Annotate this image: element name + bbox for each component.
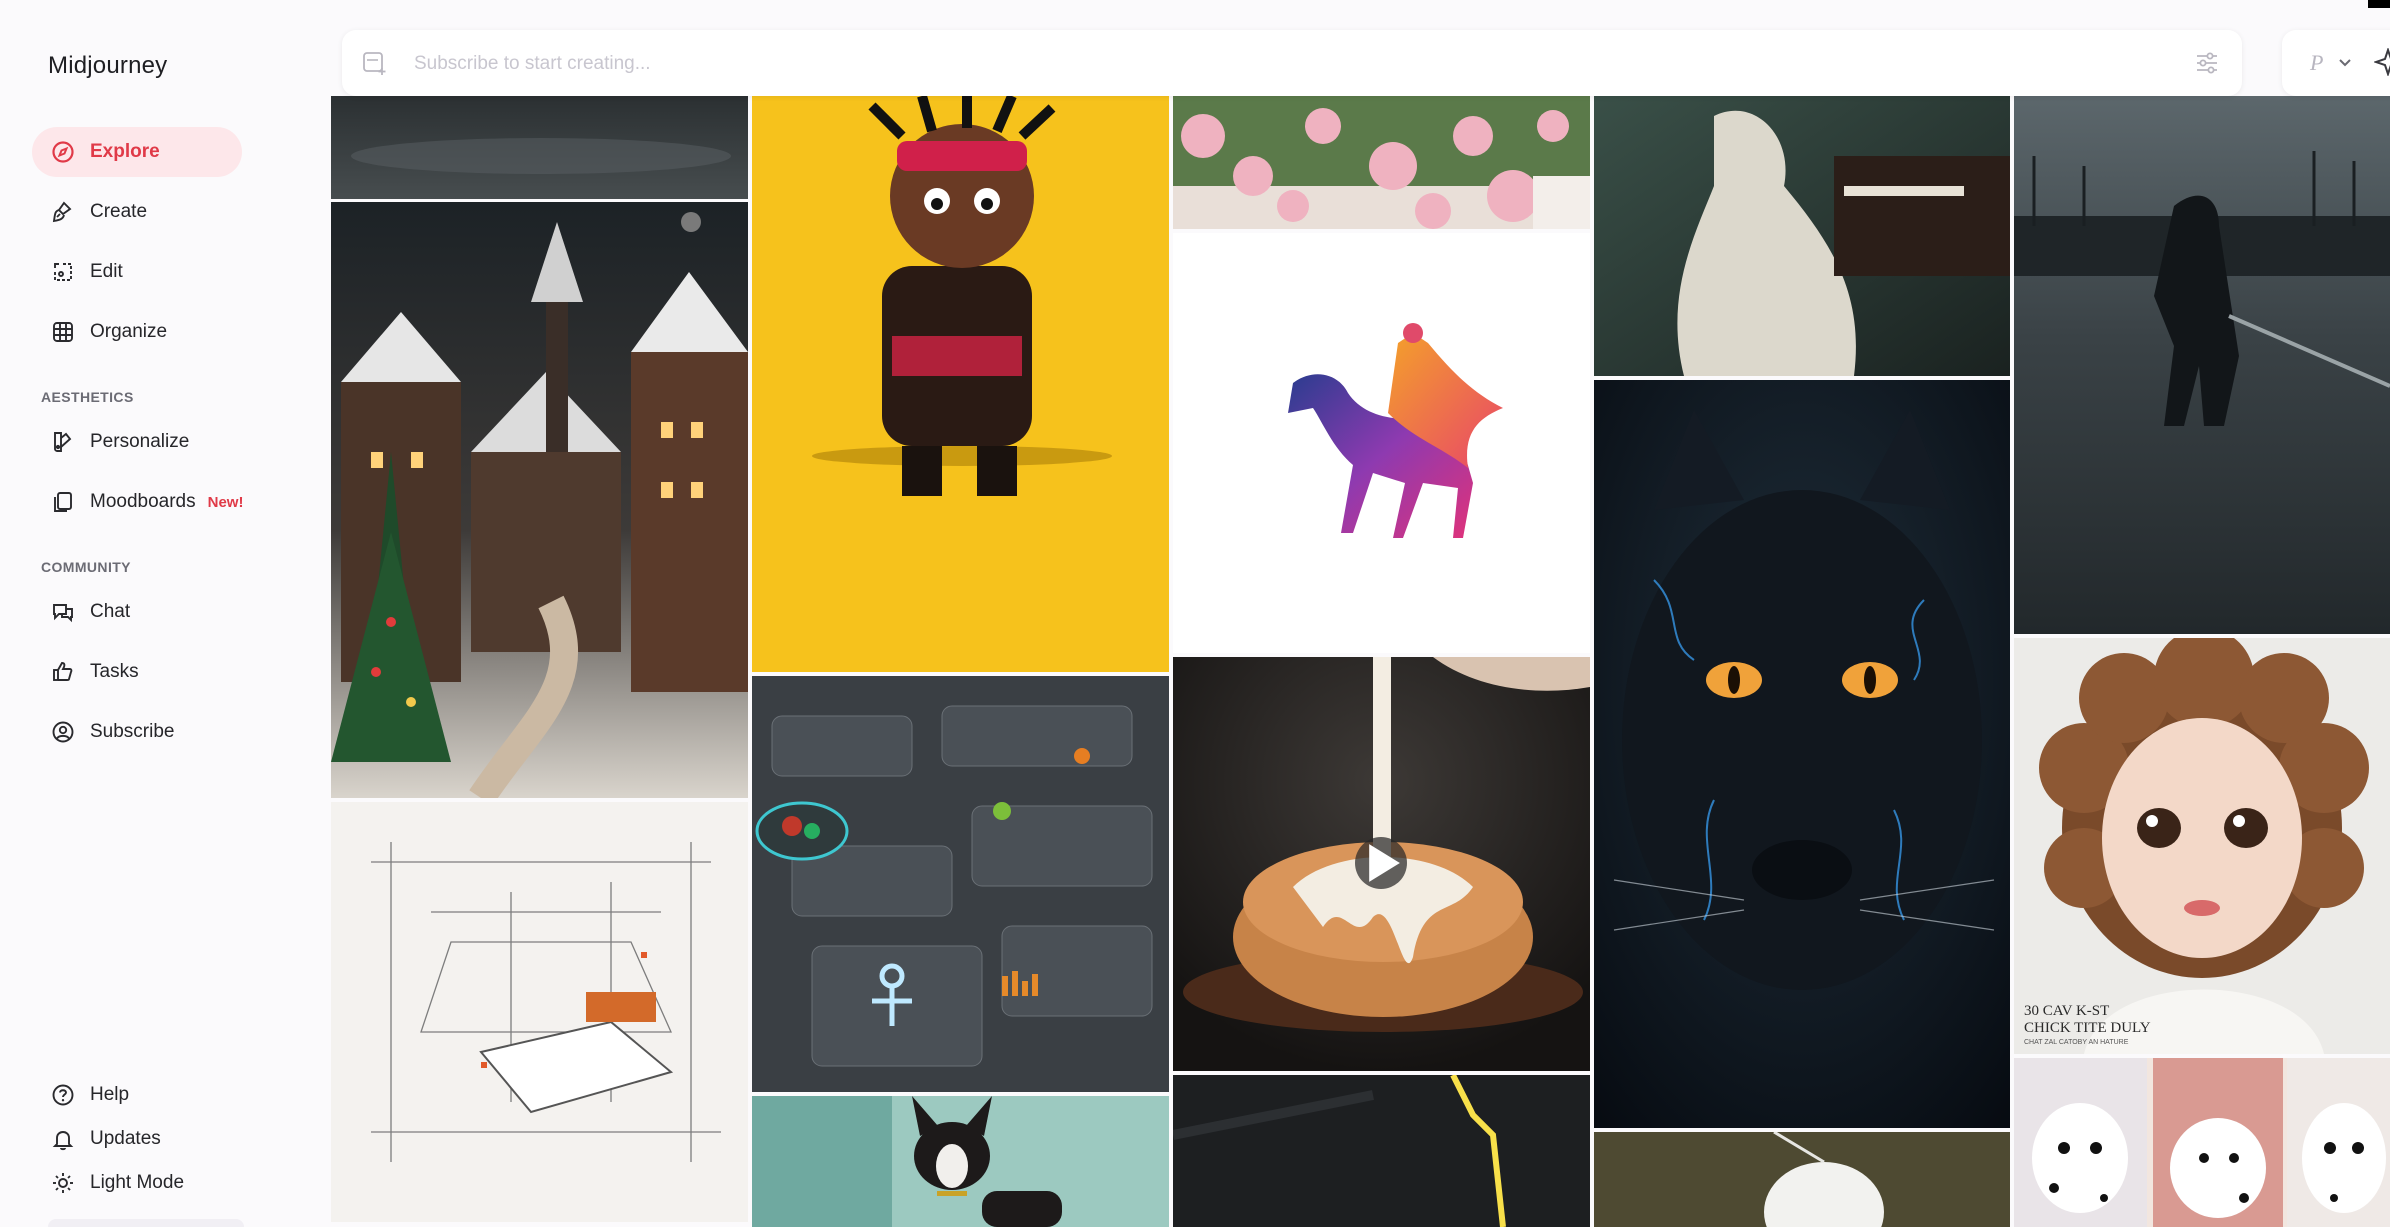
pianist-painting-image — [1594, 96, 2010, 376]
sidebar-item-updates[interactable]: Updates — [32, 1114, 242, 1164]
gallery-tile[interactable] — [331, 96, 748, 199]
pink-roses-image — [1173, 96, 1590, 229]
explore-gallery: 30 CAV K-ST CHICK TITE DULY CHAT ZAL CAT… — [0, 0, 2390, 1227]
section-label-community: COMMUNITY — [41, 559, 131, 575]
sparkle-icon[interactable] — [2374, 48, 2390, 76]
sun-icon — [50, 1170, 76, 1196]
sidebar-item-label: Help — [90, 1084, 130, 1105]
white-feather-image — [1594, 1132, 2010, 1227]
prompt-input[interactable] — [412, 30, 2136, 98]
sidebar-item-subscribe[interactable]: Subscribe — [32, 707, 242, 757]
gallery-tile[interactable] — [1173, 233, 1590, 653]
sidebar-item-edit[interactable]: Edit — [32, 247, 242, 297]
black-panther-image — [1594, 380, 2010, 1128]
account-pill[interactable] — [48, 1219, 244, 1227]
window-corner — [2368, 0, 2390, 8]
gallery-tile[interactable]: 30 CAV K-ST CHICK TITE DULY CHAT ZAL CAT… — [2014, 638, 2390, 1054]
sidebar-item-tasks[interactable]: Tasks — [32, 647, 242, 697]
doll-subcaption: CHAT ZAL CATOBY AN HATURE — [2024, 1039, 2129, 1046]
curly-hair-doll-image — [2014, 638, 2390, 1054]
dashboard-ui-image — [752, 676, 1169, 1092]
gallery-tile[interactable] — [1594, 380, 2010, 1128]
gallery-tile[interactable] — [331, 802, 748, 1222]
gallery-tile[interactable] — [752, 1096, 1169, 1227]
gallery-tile[interactable] — [1173, 1075, 1590, 1227]
brush-icon — [50, 199, 76, 225]
sidebar-item-label: Chat — [90, 601, 131, 622]
sidebar-item-label: Updates — [90, 1128, 161, 1149]
chevron-down-icon — [2339, 59, 2351, 67]
horse-rider-logo-image — [1173, 233, 1590, 653]
sidebar-item-explore[interactable]: Explore — [32, 127, 242, 177]
gallery-tile[interactable] — [331, 202, 748, 798]
grid-icon — [50, 319, 76, 345]
sidebar-item-label: Explore — [90, 141, 160, 162]
sidebar-item-organize[interactable]: Organize — [32, 307, 242, 357]
sidebar-item-label: Organize — [90, 321, 168, 342]
sidebar-item-label: Subscribe — [90, 721, 175, 742]
sidebar-item-light-mode[interactable]: Light Mode — [32, 1158, 242, 1208]
sidebar: Midjourney Explore Create Edit Organize … — [0, 0, 330, 1227]
palette-icon — [50, 429, 76, 455]
section-label-aesthetics: AESTHETICS — [41, 389, 134, 405]
personalize-toggle[interactable]: P — [2282, 30, 2390, 96]
sidebar-item-label: Moodboards — [90, 491, 196, 512]
personalize-code-label: P — [2310, 50, 2324, 75]
architectural-sketch-image — [331, 802, 748, 1222]
moodboard-icon — [50, 489, 76, 515]
sidebar-item-moodboards[interactable]: Moodboards New! — [32, 477, 282, 527]
christmas-village-image — [331, 202, 748, 798]
edit-icon — [50, 259, 76, 285]
gallery-tile[interactable] — [1594, 96, 2010, 376]
gallery-tile[interactable] — [1173, 657, 1590, 1071]
dalmatian-puppies-image — [2014, 1058, 2390, 1227]
gallery-tile[interactable] — [752, 96, 1169, 672]
sidebar-item-label: Create — [90, 201, 148, 222]
new-badge: New! — [207, 493, 244, 511]
compass-icon — [50, 139, 76, 165]
gallery-tile[interactable] — [2014, 1058, 2390, 1227]
sidebar-item-label: Tasks — [90, 661, 139, 682]
sidebar-item-label: Light Mode — [90, 1172, 185, 1193]
play-icon — [1369, 844, 1400, 882]
sidebar-item-create[interactable]: Create — [32, 187, 242, 237]
gallery-tile[interactable] — [752, 676, 1169, 1092]
doll-caption: 30 CAV K-ST CHICK TITE DULY — [2024, 1003, 2151, 1036]
prompt-bar — [342, 30, 2242, 98]
neon-light-image — [1173, 1075, 1590, 1227]
gallery-tile[interactable] — [1173, 96, 1590, 229]
help-icon — [50, 1082, 76, 1108]
warrior-battlefield-image — [2014, 96, 2390, 634]
gallery-tile[interactable] — [2014, 96, 2390, 634]
settings-sliders-icon[interactable] — [2194, 50, 2220, 76]
cartoon-character-image — [752, 96, 1169, 672]
sidebar-item-chat[interactable]: Chat — [32, 587, 242, 637]
brand-logo: Midjourney — [48, 52, 168, 79]
sidebar-item-help[interactable]: Help — [32, 1070, 242, 1120]
user-circle-icon — [50, 719, 76, 745]
french-bulldog-image — [752, 1096, 1169, 1227]
gallery-tile[interactable] — [1594, 1132, 2010, 1227]
dark-street-image — [331, 96, 748, 199]
thumbs-up-icon — [50, 659, 76, 685]
bell-icon — [50, 1126, 76, 1152]
add-image-icon[interactable] — [362, 50, 388, 76]
sidebar-item-personalize[interactable]: Personalize — [32, 417, 242, 467]
app-root: 30 CAV K-ST CHICK TITE DULY CHAT ZAL CAT… — [0, 0, 2390, 1227]
play-video-button[interactable] — [1355, 837, 1407, 889]
chat-icon — [50, 599, 76, 625]
sidebar-item-label: Edit — [90, 261, 123, 282]
sidebar-item-label: Personalize — [90, 431, 190, 452]
